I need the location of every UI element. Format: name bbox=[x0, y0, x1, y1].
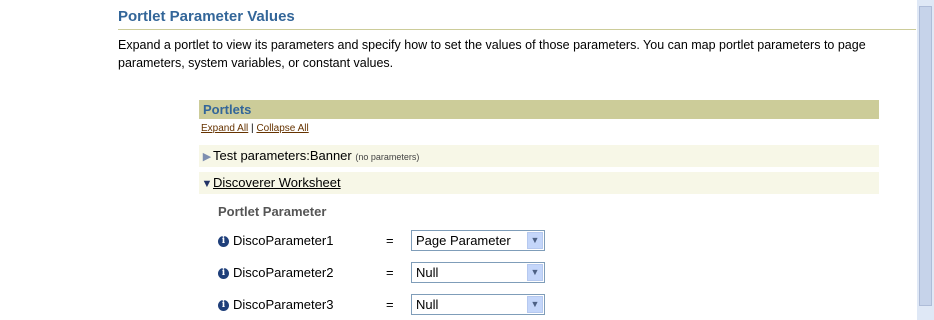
page-description: Expand a portlet to view its parameters … bbox=[118, 38, 866, 70]
equals-sign: = bbox=[386, 233, 394, 248]
portlets-header: Portlets bbox=[199, 100, 879, 119]
portlet-label: Test parameters:Banner bbox=[213, 148, 352, 163]
info-icon[interactable]: i bbox=[218, 268, 229, 280]
parameter-name: DiscoParameter2 bbox=[233, 265, 334, 280]
chevron-down-icon[interactable]: ▼ bbox=[527, 264, 543, 281]
portlet-link-discoverer-worksheet[interactable]: Discoverer Worksheet bbox=[213, 175, 341, 190]
portlet-parameter-header: Portlet Parameter bbox=[218, 204, 327, 219]
page-title: Portlet Parameter Values bbox=[118, 8, 295, 25]
scrollbar-thumb[interactable] bbox=[919, 6, 932, 306]
info-icon[interactable]: i bbox=[218, 300, 229, 312]
parameter-value-select[interactable]: Null ▼ bbox=[411, 294, 545, 315]
parameter-value-select[interactable]: Null ▼ bbox=[411, 262, 545, 283]
link-separator: | bbox=[251, 123, 254, 134]
portlet-row-discoverer-worksheet[interactable]: ▼Discoverer Worksheet bbox=[199, 172, 879, 194]
expand-all-link[interactable]: Expand All bbox=[201, 123, 248, 134]
collapse-all-link[interactable]: Collapse All bbox=[256, 123, 308, 134]
parameter-row: i DiscoParameter1 = Page Parameter ▼ bbox=[218, 230, 545, 252]
info-icon[interactable]: i bbox=[218, 236, 229, 248]
parameter-row: i DiscoParameter3 = Null ▼ bbox=[218, 294, 545, 316]
equals-sign: = bbox=[386, 297, 394, 312]
select-value: Page Parameter bbox=[416, 233, 511, 248]
select-value: Null bbox=[416, 265, 439, 280]
triangle-down-icon[interactable]: ▼ bbox=[201, 173, 213, 195]
equals-sign: = bbox=[386, 265, 394, 280]
chevron-down-icon[interactable]: ▼ bbox=[527, 296, 543, 313]
expand-collapse-links: Expand All | Collapse All bbox=[201, 123, 309, 134]
select-value: Null bbox=[416, 297, 439, 312]
parameter-row: i DiscoParameter2 = Null ▼ bbox=[218, 262, 545, 284]
chevron-down-icon[interactable]: ▼ bbox=[527, 232, 543, 249]
triangle-right-icon[interactable]: ▶ bbox=[201, 146, 213, 168]
title-divider bbox=[118, 29, 916, 30]
no-parameters-note: (no parameters) bbox=[355, 152, 420, 162]
portlet-row-test-parameters[interactable]: ▶ Test parameters:Banner (no parameters) bbox=[199, 145, 879, 167]
parameter-name: DiscoParameter3 bbox=[233, 297, 334, 312]
parameter-value-select[interactable]: Page Parameter ▼ bbox=[411, 230, 545, 251]
parameter-name: DiscoParameter1 bbox=[233, 233, 334, 248]
